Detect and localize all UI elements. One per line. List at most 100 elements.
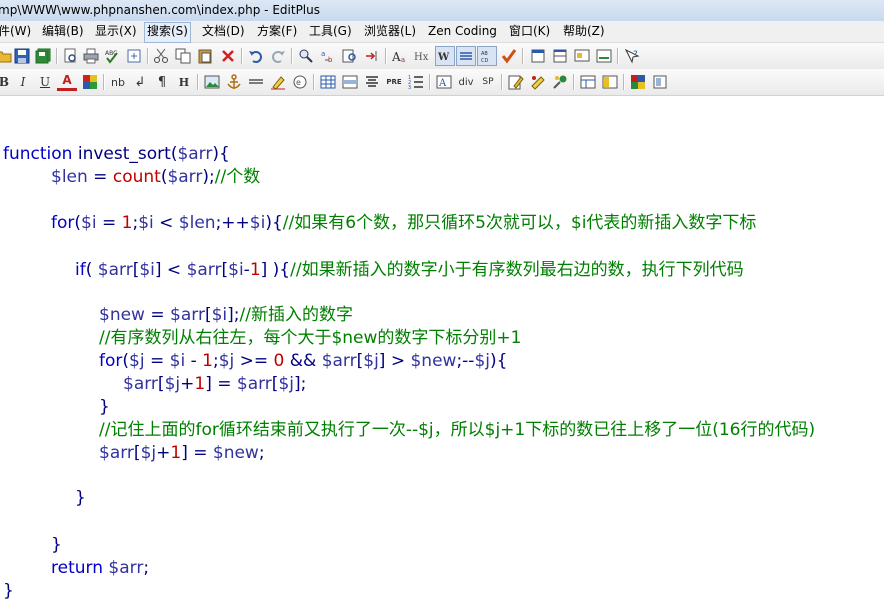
checkmark-icon[interactable] — [499, 46, 519, 66]
paste-icon[interactable] — [195, 46, 215, 66]
toggle-icon[interactable] — [124, 46, 144, 66]
heading-button[interactable]: H — [174, 72, 194, 92]
menu-tools[interactable]: 工具(G) — [307, 22, 354, 41]
line-break-button[interactable]: ↲ — [130, 72, 150, 92]
code-line: $len = count($arr);//个数 — [51, 166, 260, 188]
output-window-icon[interactable] — [594, 46, 614, 66]
svg-text:W: W — [438, 52, 450, 63]
code-token: $i — [81, 213, 97, 233]
code-token: $j — [278, 374, 294, 394]
toolbar-separator — [56, 48, 58, 64]
code-token: ; — [143, 558, 150, 578]
code-token: ;-- — [456, 351, 475, 371]
frameset-icon[interactable] — [600, 72, 620, 92]
code-line: //有序数列从右往左，每个大于$new的数字下标分别+1 — [99, 327, 521, 349]
horizontal-rule-icon[interactable] — [246, 72, 266, 92]
line-numbers-icon[interactable]: AB CD — [477, 46, 497, 66]
layer-icon[interactable] — [650, 72, 670, 92]
align-center-icon[interactable] — [362, 72, 382, 92]
code-editor[interactable]: function invest_sort($arr){ $len = count… — [0, 96, 884, 612]
code-token: $new — [99, 305, 145, 325]
find-in-files-icon[interactable] — [340, 46, 360, 66]
code-token: $arr — [321, 351, 357, 371]
code-line: } — [51, 534, 62, 556]
highlight-icon[interactable] — [268, 72, 288, 92]
window-tile-icon[interactable] — [550, 46, 570, 66]
cut-icon[interactable] — [151, 46, 171, 66]
menu-project[interactable]: 方案(F) — [255, 22, 299, 41]
code-token: return — [51, 558, 109, 578]
toolbar-separator — [385, 48, 387, 64]
anchor-icon[interactable] — [224, 72, 244, 92]
code-token: 0 — [273, 351, 285, 371]
script-icon[interactable] — [550, 72, 570, 92]
toolbar-separator — [573, 74, 575, 90]
code-token: ){ — [489, 351, 508, 371]
edit-icon[interactable] — [506, 72, 526, 92]
code-token: ] = — [181, 443, 213, 463]
copy-icon[interactable] — [173, 46, 193, 66]
italic-button[interactable]: I — [13, 72, 33, 92]
find-icon[interactable] — [296, 46, 316, 66]
color-palette-icon[interactable] — [80, 72, 100, 92]
bold-button[interactable]: B — [0, 72, 14, 92]
menu-window[interactable]: 窗口(K) — [507, 22, 552, 41]
print-icon[interactable] — [81, 46, 101, 66]
window-cascade-icon[interactable] — [528, 46, 548, 66]
goto-icon[interactable] — [362, 46, 382, 66]
delete-icon[interactable] — [218, 46, 238, 66]
menu-search[interactable]: 搜索(S) — [144, 22, 191, 43]
code-line: } — [75, 487, 86, 509]
code-token: 1 — [249, 260, 261, 280]
style-icon[interactable] — [528, 72, 548, 92]
save-all-icon[interactable] — [33, 46, 53, 66]
pre-button[interactable]: PRE — [384, 72, 404, 92]
code-token: $j — [474, 351, 490, 371]
ruler-icon[interactable] — [456, 46, 476, 66]
code-token: for — [51, 213, 75, 233]
font-color-button[interactable]: A — [57, 72, 77, 91]
menu-document[interactable]: 文档(D) — [200, 22, 247, 41]
browser-preview-icon[interactable] — [572, 46, 592, 66]
menu-view[interactable]: 显示(X) — [93, 22, 139, 41]
image-icon[interactable] — [202, 72, 222, 92]
print-preview-icon[interactable] — [60, 46, 80, 66]
toolbar-separator — [522, 48, 524, 64]
underline-button[interactable]: U — [35, 72, 55, 92]
form-icon[interactable]: A — [434, 72, 454, 92]
redo-icon[interactable] — [268, 46, 288, 66]
comment-icon[interactable]: e — [290, 72, 310, 92]
code-token: + — [156, 443, 171, 463]
code-token: $new — [212, 443, 259, 463]
spell-check-icon[interactable]: ABC — [102, 46, 122, 66]
code-token: ] < — [154, 260, 187, 280]
word-wrap-icon[interactable]: W — [435, 46, 455, 66]
menu-zen-coding[interactable]: Zen Coding — [426, 22, 499, 41]
svg-text:AB: AB — [481, 51, 488, 57]
toolbar-separator — [197, 74, 199, 90]
code-token: ){ — [265, 213, 283, 233]
list-icon[interactable]: 123 — [406, 72, 426, 92]
color-picker-icon[interactable] — [628, 72, 648, 92]
font-size-icon[interactable]: Aa — [390, 46, 410, 66]
menu-browser[interactable]: 浏览器(L) — [362, 22, 418, 41]
table-icon[interactable] — [318, 72, 338, 92]
table-row-icon[interactable] — [340, 72, 360, 92]
menu-edit[interactable]: 编辑(B) — [40, 22, 86, 41]
replace-icon[interactable]: ab — [318, 46, 338, 66]
save-icon[interactable] — [12, 46, 32, 66]
code-token: = — [144, 305, 171, 325]
code-token: - — [185, 351, 203, 371]
paragraph-button[interactable]: ¶ — [152, 72, 172, 92]
window-title: mp\WWW\www.phpnanshen.com\index.php - Ed… — [0, 3, 320, 17]
help-icon[interactable]: ? — [622, 46, 642, 66]
code-line: } — [99, 396, 110, 418]
hx-icon[interactable]: Hx — [412, 46, 432, 66]
menu-help[interactable]: 帮助(Z) — [561, 22, 607, 41]
nbsp-button[interactable]: nb — [108, 72, 128, 92]
undo-icon[interactable] — [246, 46, 266, 66]
span-button[interactable]: SP — [478, 72, 498, 92]
div-button[interactable]: div — [456, 72, 476, 92]
frame-icon[interactable] — [578, 72, 598, 92]
menu-file[interactable]: 件(W) — [0, 22, 33, 41]
